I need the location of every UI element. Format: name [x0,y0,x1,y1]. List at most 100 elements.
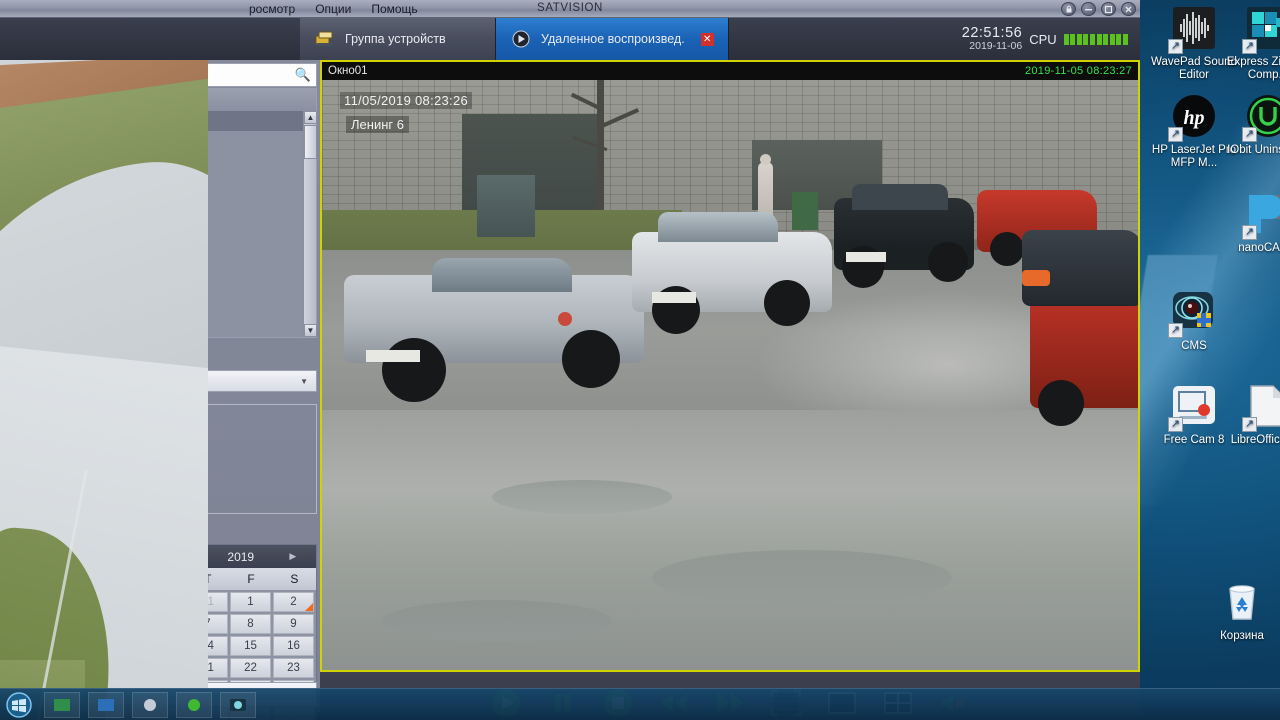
desktop-icon-recycle-bin[interactable]: Корзина [1196,578,1280,643]
calendar-day[interactable]: 15 [230,636,271,656]
scene-green-bin [792,192,818,230]
shortcut-arrow-icon: ↗ [1168,323,1183,338]
tab-strip: Группа устройств Удаленное воспроизвед. … [0,18,1140,60]
desktop-icon-express-zip[interactable]: ↗ Express Zip File Comp... [1222,4,1280,82]
search-icon[interactable]: 🔍 [290,67,316,83]
channel-list-scrollbar[interactable]: ▲ ▼ [303,111,317,337]
clock-date: 2019-11-06 [969,40,1023,53]
taskbar-item-1[interactable] [44,691,80,718]
scene-puddle-2 [652,550,952,606]
svg-text:hp: hp [1183,107,1204,129]
cpu-meter-block [1063,33,1069,45]
calendar-day[interactable]: 23 [273,658,314,678]
taskbar-item-3[interactable] [132,691,168,718]
video-window[interactable]: Окно01 2019-11-05 08:23:27 11/05/2019 08… [320,60,1140,672]
cpu-meter-block [1096,33,1102,45]
wavepad-sound-editor-icon: ↗ [1168,4,1218,54]
desktop-icon-cms[interactable]: ↗ CMS [1148,288,1240,353]
overlay-photo [0,60,208,720]
calendar-day[interactable]: 1 [230,592,271,612]
cpu-label: CPU [1029,31,1057,47]
video-timestamp: 2019-11-05 08:23:27 [1024,65,1132,77]
video-overlay-camera-name: Ленинг 6 [346,116,409,133]
desktop-icon-label: nanoCAD 5 [1238,242,1280,254]
desktop-icon-iobit[interactable]: ↗ IObit Uninstaller [1222,92,1280,157]
scene-person-head [760,154,771,165]
cpu-meter-block [1076,33,1082,45]
maximize-button[interactable] [1101,2,1116,16]
cms-icon: ↗ [1168,288,1218,338]
calendar-day[interactable]: 16 [273,636,314,656]
tab-close-button[interactable]: ✕ [700,32,714,46]
minimize-button[interactable] [1081,2,1096,16]
calendar-day[interactable]: 9 [273,614,314,634]
shortcut-arrow-icon: ↗ [1168,39,1183,54]
video-canvas[interactable]: 11/05/2019 08:23:26 Ленинг 6 [322,80,1138,670]
scene-tree-trunk [597,80,604,230]
cpu-meter-block [1103,33,1109,45]
scene-brake-light [1022,270,1050,286]
window-title-bar: росмотр Опции Помощь SATVISION [0,0,1140,18]
shortcut-arrow-icon: ↗ [1242,417,1257,432]
cpu-meter-block [1070,33,1076,45]
calendar-weekday: F [247,572,255,586]
recording-marker-icon [305,603,313,611]
scroll-down-arrow-icon[interactable]: ▼ [304,324,317,337]
tab-label: Группа устройств [345,32,446,46]
taskbar-item-2[interactable] [88,691,124,718]
desktop-icon-label: Express Zip File Comp... [1226,56,1280,81]
window-controls [1061,2,1136,16]
lock-button[interactable] [1061,2,1076,16]
tab-label: Удаленное воспроизвед. [541,32,685,46]
video-window-title: Окно01 [328,65,368,77]
screen: ↗ WavePad Sound Editor ↗ Express Zip Fil… [0,0,1280,720]
hp-laserjet-icon: hp ↗ [1168,92,1218,142]
calendar-year: 2019 [227,549,255,564]
devices-icon [314,29,336,49]
tab-remote-playback[interactable]: Удаленное воспроизвед. ✕ [496,18,729,60]
free-cam-icon: ↗ [1168,382,1218,432]
tab-device-group[interactable]: Группа устройств [300,18,496,60]
scrollbar-thumb[interactable] [304,125,317,159]
shortcut-arrow-icon: ↗ [1242,39,1257,54]
recycle-bin-icon [1218,578,1266,626]
clock: 22:51:56 2019-11-06 [962,25,1023,53]
calendar-day[interactable]: 8 [230,614,271,634]
libreoffice-icon: ↗ [1242,382,1280,432]
iobit-uninstaller-icon: ↗ [1242,92,1280,142]
taskbar [0,688,1280,720]
calendar-day[interactable]: 2 [273,592,314,612]
cpu-meter-block [1090,33,1096,45]
cpu-meter-block [1083,33,1089,45]
status-clock-area: 22:51:56 2019-11-06 CPU [962,18,1140,60]
scene-puddle-3 [382,600,612,642]
scene-puddle [492,480,672,514]
desktop-icon-label: LibreOffice 6.1 [1230,434,1280,446]
cms-application-window: росмотр Опции Помощь SATVISION Группа ус… [0,0,1140,720]
scroll-up-arrow-icon[interactable]: ▲ [304,111,317,124]
calendar-day[interactable]: 22 [230,658,271,678]
desktop-icon-label: Корзина [1220,630,1264,642]
app-title: SATVISION [537,2,603,14]
desktop-icon-nanocad[interactable]: ↗ nanoCAD 5 [1222,190,1280,255]
shortcut-arrow-icon: ↗ [1168,127,1183,142]
close-button[interactable] [1121,2,1136,16]
playback-icon [510,29,532,49]
next-year-button[interactable]: ▶ [285,551,300,562]
start-button[interactable] [2,691,36,719]
shortcut-arrow-icon: ↗ [1168,417,1183,432]
nanocad-icon: ↗ [1242,190,1280,240]
video-overlay-timestamp: 11/05/2019 08:23:26 [340,92,473,109]
cpu-meter-block [1116,33,1122,45]
shortcut-arrow-icon: ↗ [1242,225,1257,240]
video-title-bar: Окно01 2019-11-05 08:23:27 [322,62,1138,80]
taskbar-item-cms[interactable] [220,691,256,718]
shortcut-arrow-icon: ↗ [1242,127,1257,142]
chevron-down-icon: ▼ [300,376,308,386]
desktop-icon-libreoffice[interactable]: ↗ LibreOffice 6.1 [1222,382,1280,447]
tab-strip-spacer [0,18,300,60]
cpu-meter [1063,33,1128,45]
scene-dumpster [477,175,535,237]
desktop-icon-label: IObit Uninstaller [1227,144,1280,156]
taskbar-item-4[interactable] [176,691,212,718]
